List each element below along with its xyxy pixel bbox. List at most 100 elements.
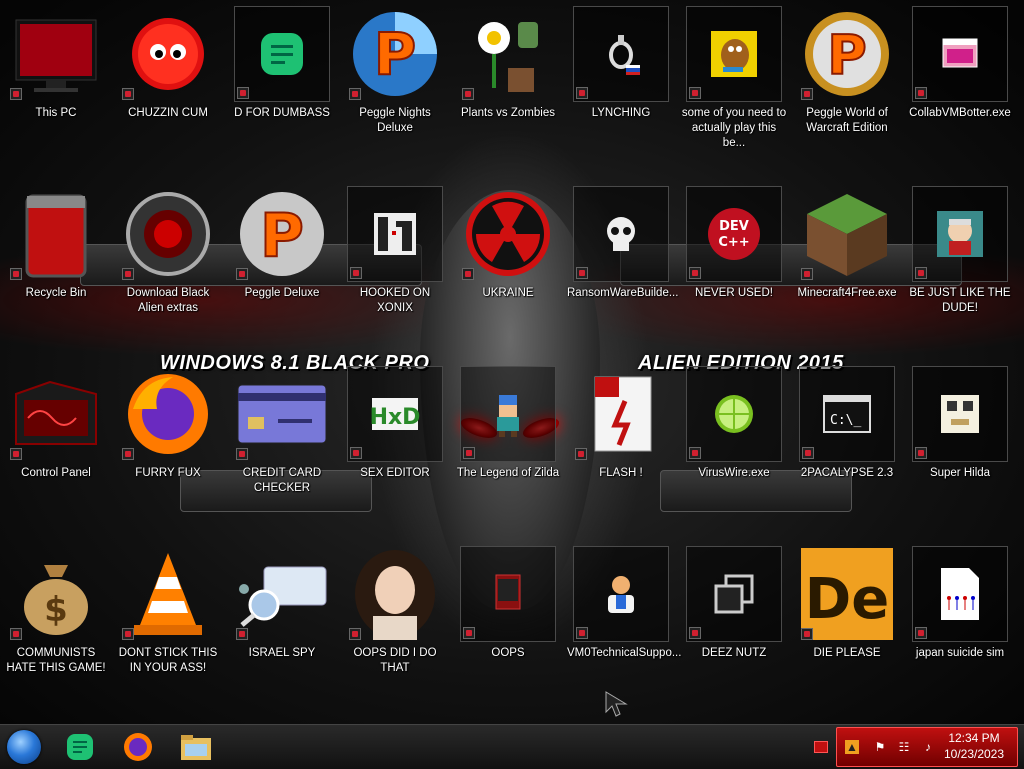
- radiation-icon: [460, 186, 556, 282]
- desktop-icon-oops[interactable]: OOPS: [452, 540, 564, 710]
- desktop-icon-chuzzin-cum[interactable]: CHUZZIN CUM: [112, 0, 224, 170]
- icon-label: Peggle World of Warcraft Edition: [806, 107, 888, 134]
- desktop-icon-collabvmbotter[interactable]: CollabVMBotter.exe: [904, 0, 1016, 170]
- icon-label: Peggle Deluxe: [244, 287, 320, 299]
- desktop-icon-oops-did-i-do-that[interactable]: OOPS DID I DO THAT: [339, 540, 451, 710]
- desktop-icon-be-just-like-the-dude[interactable]: BE JUST LIKE THE DUDE!: [904, 180, 1016, 350]
- icon-label: D FOR DUMBASS: [234, 107, 330, 119]
- start-button[interactable]: [6, 729, 42, 765]
- tech-support-icon: [573, 546, 669, 642]
- desktop-icon-lynching[interactable]: LYNCHING: [565, 0, 677, 170]
- peggle-icon: P: [799, 6, 895, 102]
- icon-label: Recycle Bin: [25, 287, 87, 299]
- chat-app-icon: [67, 734, 93, 760]
- icon-label: OOPS: [491, 647, 525, 659]
- control-panel-icon: [8, 366, 104, 462]
- desktop-icon-ransomware-builder[interactable]: RansomWareBuilde...: [565, 180, 679, 350]
- svg-text:C++: C++: [718, 235, 749, 250]
- volume-icon[interactable]: ♪: [921, 740, 935, 754]
- icon-label: FURRY FUX: [135, 467, 201, 479]
- icon-label: UKRAINE: [482, 287, 534, 299]
- plants-vs-zombies-icon: [460, 6, 556, 102]
- taskbar-chat-app[interactable]: [62, 729, 98, 765]
- desktop-icon-control-panel[interactable]: Control Panel: [0, 360, 112, 530]
- clock-date: 10/23/2023: [943, 747, 1005, 761]
- show-hidden-icons-button[interactable]: [814, 741, 828, 753]
- desktop-icon-die-please[interactable]: De DIE PLEASE: [791, 540, 903, 710]
- desktop-icon-japan-suicide-sim[interactable]: japan suicide sim: [904, 540, 1016, 710]
- money-bag-icon: $: [8, 546, 104, 642]
- desktop-icon-hooked-on-xonix[interactable]: HOOKED ON XONIX: [339, 180, 451, 350]
- start-orb-icon: [7, 730, 41, 764]
- icon-label: CollabVMBotter.exe: [909, 107, 1011, 119]
- desktop-icon-vm0-technical-support[interactable]: VM0TechnicalSuppo...: [565, 540, 681, 710]
- desktop-icon-super-hilda[interactable]: Super Hilda: [904, 360, 1016, 530]
- folder-icon: [181, 735, 211, 760]
- desktop-icon-furry-fux[interactable]: FURRY FUX: [112, 360, 224, 530]
- icon-label: SEX EDITOR: [360, 467, 430, 479]
- network-icon[interactable]: ☷: [897, 740, 911, 754]
- icon-label: LYNCHING: [591, 107, 651, 119]
- icon-label: CHUZZIN CUM: [128, 107, 208, 119]
- clock-time: 12:34 PM: [948, 731, 1000, 745]
- pixel-hero-icon: [460, 366, 556, 462]
- svg-text:HxD: HxD: [370, 405, 420, 430]
- mouse-pointer-icon: [605, 691, 628, 717]
- desktop-icon-minecraft[interactable]: Minecraft4Free.exe: [791, 180, 903, 350]
- desktop-icon-this-pc[interactable]: This PC: [0, 0, 112, 170]
- taskbar-file-explorer[interactable]: [178, 729, 214, 765]
- desktop-icon-flash[interactable]: FLASH !: [565, 360, 677, 530]
- desktop-icon-peggle-wow[interactable]: P Peggle World of Warcraft Edition: [791, 0, 903, 170]
- desktop-icon-deez-nutz[interactable]: DEEZ NUTZ: [678, 540, 790, 710]
- desktop-icon-legend-of-zilda[interactable]: The Legend of Zilda: [452, 360, 564, 530]
- firefox-icon: [124, 733, 152, 761]
- icon-label: NEVER USED!: [695, 287, 773, 299]
- svg-text:P: P: [374, 20, 417, 88]
- taskbar-firefox[interactable]: [120, 729, 156, 765]
- svg-text:DEV: DEV: [719, 219, 749, 234]
- desktop-icon-sex-editor[interactable]: HxD SEX EDITOR: [339, 360, 451, 530]
- icon-label: This PC: [35, 107, 77, 119]
- de-icon: De: [799, 546, 895, 642]
- desktop-icon-ukraine[interactable]: UKRAINE: [452, 180, 564, 350]
- desktop-icon-credit-card-checker[interactable]: CREDIT CARD CHECKER: [226, 360, 338, 530]
- desktop-icon-peggle-nights[interactable]: P Peggle Nights Deluxe: [339, 0, 451, 170]
- document-icon: [912, 546, 1008, 642]
- svg-text:$: $: [44, 590, 68, 630]
- app-window-icon: [912, 6, 1008, 102]
- system-tray: ▲ ⚑ ☷ ♪ 12:34 PM 10/23/2023: [836, 727, 1018, 767]
- chat-app-icon: [234, 6, 330, 102]
- credit-card-icon: [234, 366, 330, 462]
- desktop-icon-d-for-dumbass[interactable]: D FOR DUMBASS: [226, 0, 338, 170]
- clock[interactable]: 12:34 PM 10/23/2023: [939, 730, 1009, 762]
- desktop-icon-peggle-deluxe[interactable]: P Peggle Deluxe: [226, 180, 338, 350]
- desktop-icon-israel-spy[interactable]: ISRAEL SPY: [226, 540, 338, 710]
- lime-icon: [686, 366, 782, 462]
- icon-label: Control Panel: [21, 467, 91, 479]
- scooby-icon: [686, 6, 782, 102]
- desktop-icon-dont-stick-this[interactable]: DONT STICK THIS IN YOUR ASS!: [112, 540, 224, 710]
- icon-label: DEEZ NUTZ: [701, 647, 767, 659]
- desktop-icon-recycle-bin[interactable]: Recycle Bin: [0, 180, 112, 350]
- magnifier-icon: [234, 546, 330, 642]
- desktop-icon-plants-vs-zombies[interactable]: Plants vs Zombies: [452, 0, 564, 170]
- icon-label: RansomWareBuilde...: [567, 287, 679, 299]
- desktop-icon-2pacalypse[interactable]: C:\_ 2PACALYPSE 2.3: [791, 360, 903, 530]
- recycle-bin-icon: [8, 186, 104, 282]
- noose-icon: [573, 6, 669, 102]
- icon-label: Super Hilda: [929, 467, 991, 479]
- desktop-icon-communists-hate[interactable]: $ COMMUNISTS HATE THIS GAME!: [0, 540, 112, 710]
- desktop-icon-black-alien-extras[interactable]: Download Black Alien extras: [112, 180, 224, 350]
- icon-label: some of you need to actually play this b…: [681, 107, 787, 149]
- tray-app-icon[interactable]: ▲: [845, 740, 859, 754]
- terminal-icon: C:\_: [799, 366, 895, 462]
- desktop-icon-scooby[interactable]: some of you need to actually play this b…: [678, 0, 790, 170]
- svg-text:P: P: [827, 24, 867, 87]
- desktop-icon-viruswire[interactable]: VirusWire.exe: [678, 360, 790, 530]
- desktop-icon-never-used[interactable]: DEV C++ NEVER USED!: [678, 180, 790, 350]
- vlc-cone-icon: [120, 546, 216, 642]
- icon-label: japan suicide sim: [915, 647, 1005, 659]
- dev-cpp-icon: DEV C++: [686, 186, 782, 282]
- action-center-flag-icon[interactable]: ⚑: [873, 740, 887, 754]
- xonix-icon: [347, 186, 443, 282]
